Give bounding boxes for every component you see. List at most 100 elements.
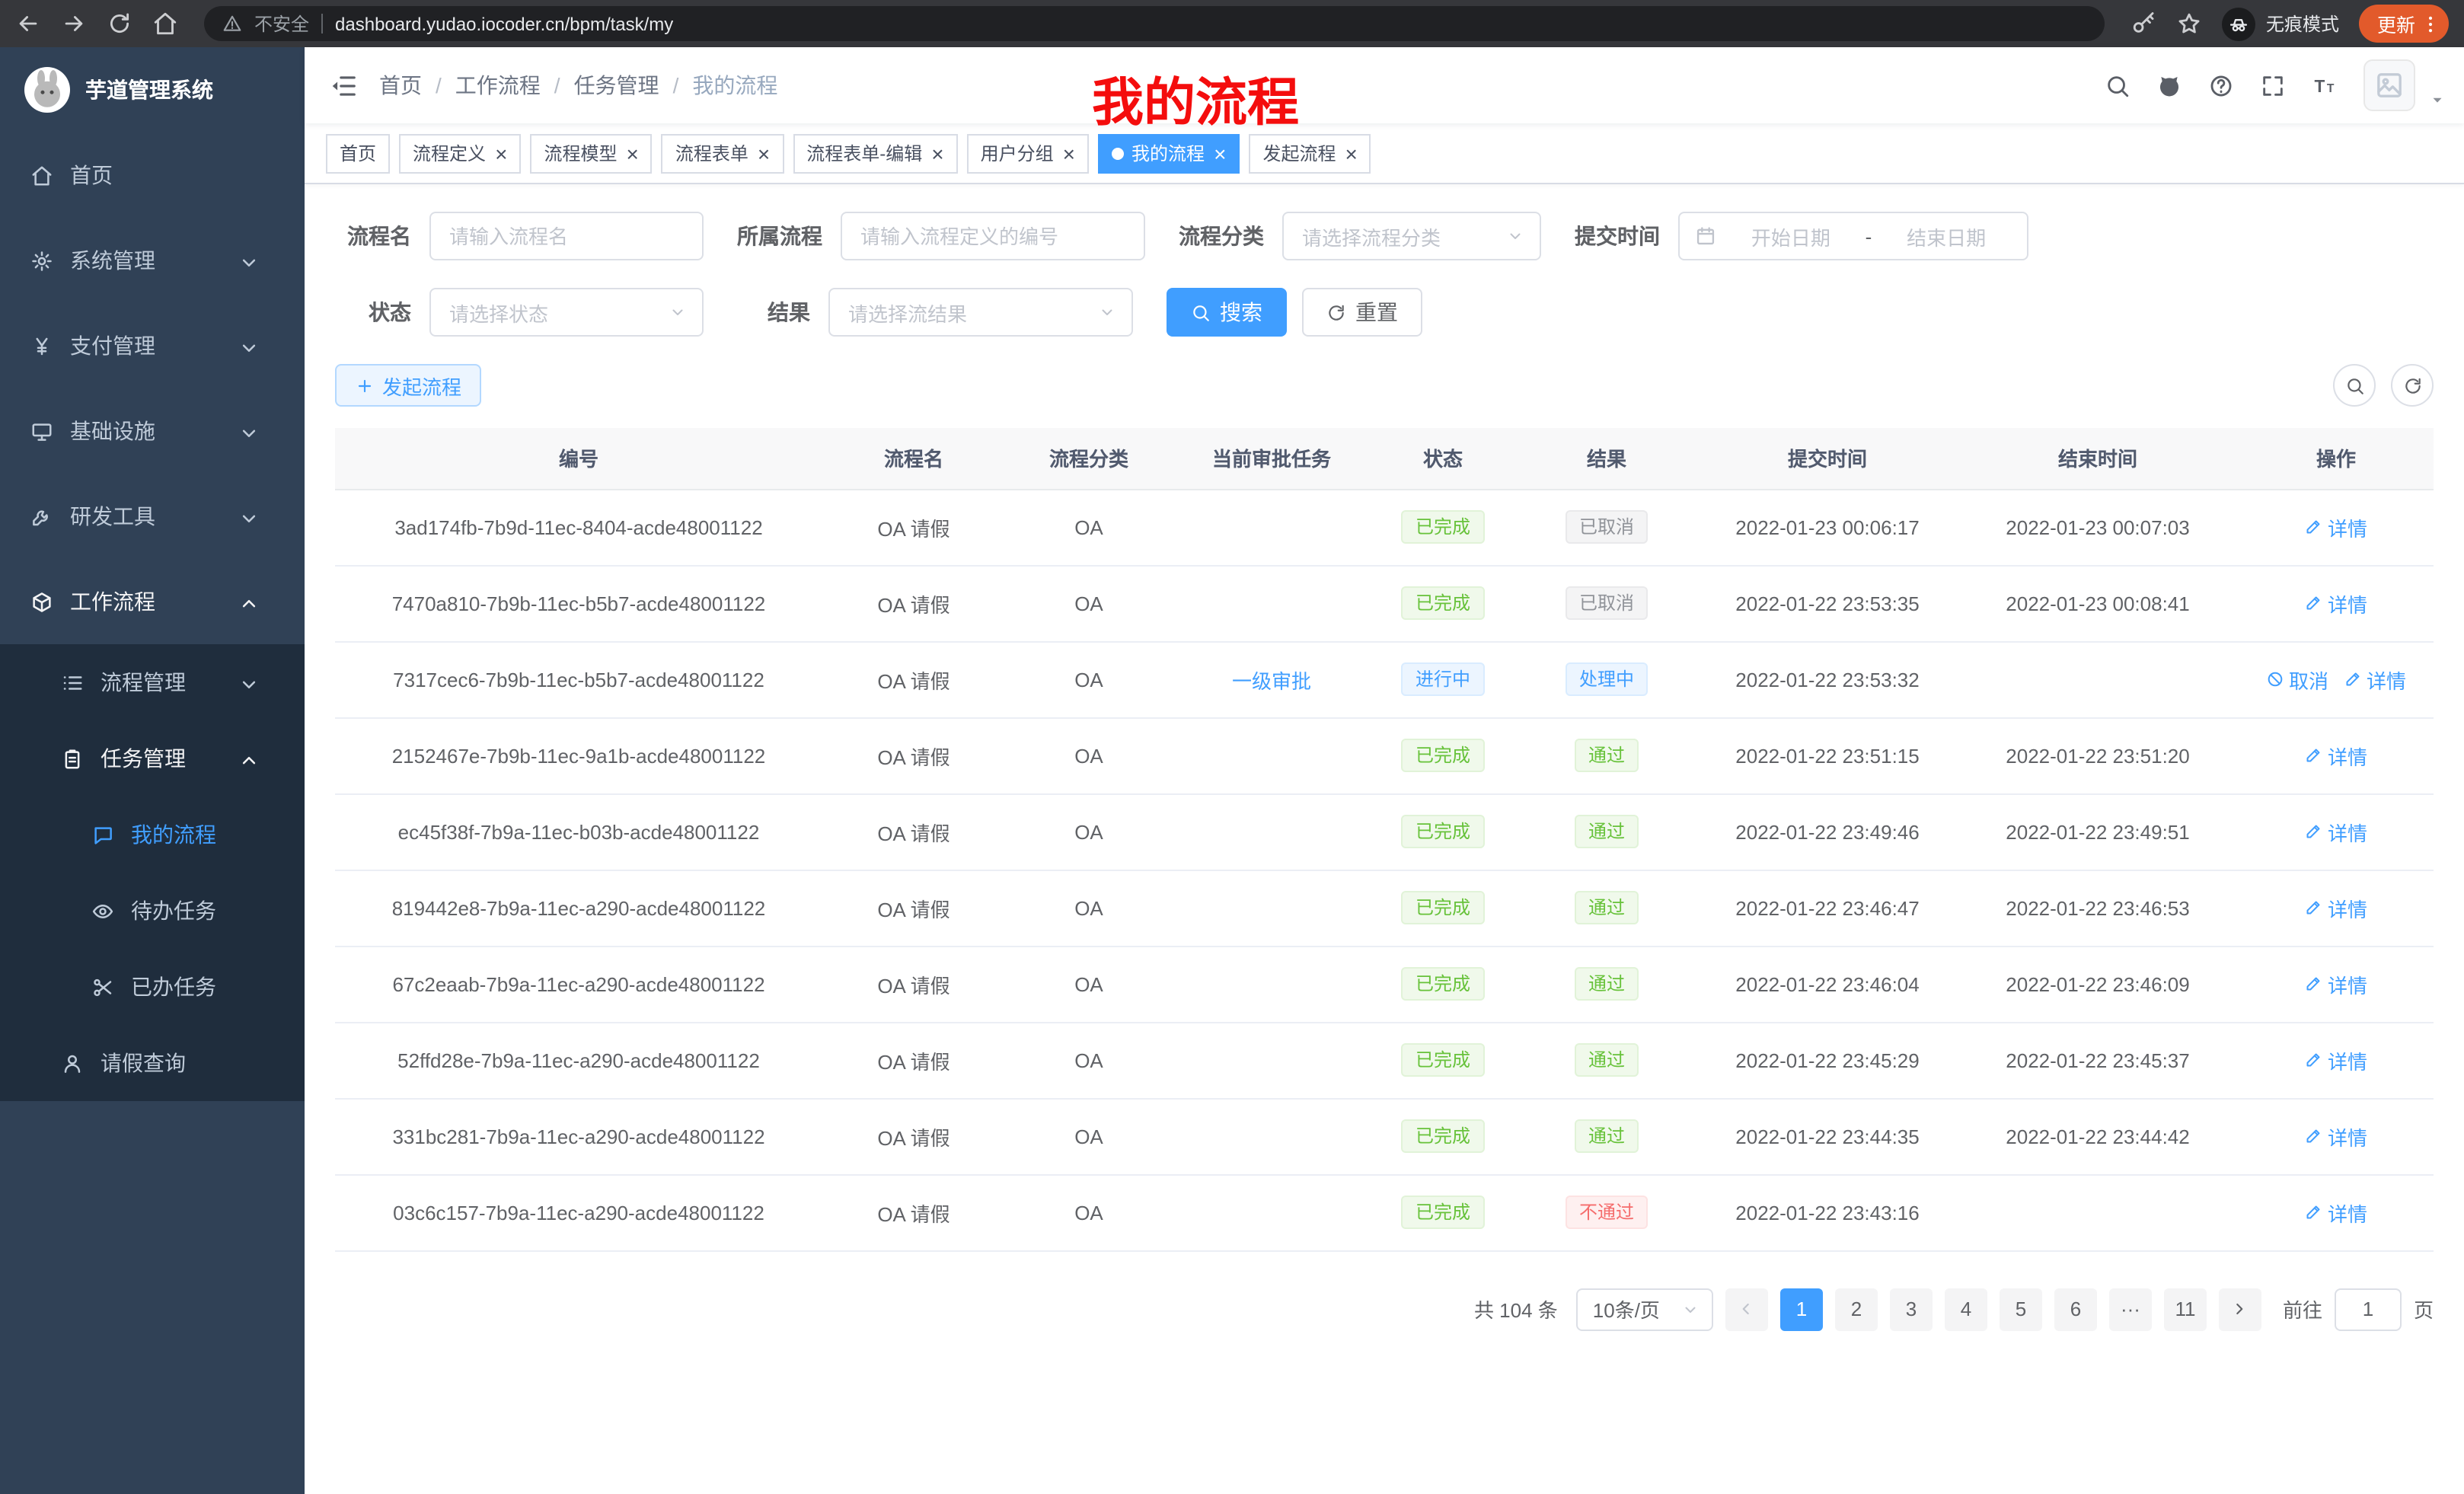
current-task-link[interactable]: 一级审批 <box>1232 669 1311 692</box>
header-search-icon[interactable] <box>2105 72 2130 98</box>
process-def-input[interactable] <box>841 212 1145 260</box>
close-tab-icon[interactable]: × <box>931 142 943 164</box>
row-action-detail[interactable]: 详情 <box>2305 1198 2367 1227</box>
tab-process-model[interactable]: 流程模型× <box>530 133 652 173</box>
breadcrumb-item[interactable]: 任务管理 <box>574 70 659 101</box>
help-icon[interactable] <box>2208 72 2234 98</box>
app-logo-image <box>24 67 70 113</box>
cell-submit-time: 2022-01-22 23:45:29 <box>1698 1022 1957 1098</box>
row-action-detail[interactable]: 详情 <box>2305 589 2367 618</box>
start-process-label: 发起流程 <box>382 371 461 400</box>
top-navbar: 首页/工作流程/任务管理/我的流程 TT <box>305 47 2464 123</box>
tab-process-form[interactable]: 流程表单× <box>662 133 784 173</box>
breadcrumb-item[interactable]: 工作流程 <box>455 70 541 101</box>
browser-forward-icon[interactable] <box>61 11 87 37</box>
sidebar-item-workflow[interactable]: 工作流程 <box>0 559 305 644</box>
breadcrumb-item[interactable]: 首页 <box>379 70 422 101</box>
close-tab-icon[interactable]: × <box>758 142 770 164</box>
submit-time-range[interactable]: 开始日期 - 结束日期 <box>1678 212 2028 260</box>
tab-process-form-edit[interactable]: 流程表单-编辑× <box>793 133 957 173</box>
toggle-search-button[interactable] <box>2333 364 2376 407</box>
page-more-button[interactable]: ··· <box>2109 1288 2152 1330</box>
row-action-detail[interactable]: 详情 <box>2305 969 2367 998</box>
close-tab-icon[interactable]: × <box>1063 142 1075 164</box>
goto-page-input[interactable] <box>2335 1288 2402 1330</box>
sidebar-item-infrastructure[interactable]: 基础设施 <box>0 388 305 474</box>
chevron-down-icon <box>1098 303 1116 321</box>
browser-home-icon[interactable] <box>152 11 178 37</box>
cell-submit-time: 2022-01-22 23:49:46 <box>1698 793 1957 870</box>
breadcrumb-separator: / <box>673 73 679 97</box>
row-action-detail[interactable]: 详情 <box>2305 512 2367 541</box>
fullscreen-icon[interactable] <box>2260 72 2286 98</box>
sidebar-item-process-mgmt[interactable]: 流程管理 <box>0 644 305 720</box>
cell-category: OA <box>1005 717 1173 793</box>
app-logo[interactable]: 芋道管理系统 <box>0 47 305 132</box>
row-action-detail[interactable]: 详情 <box>2344 665 2406 694</box>
sidebar-item-payment[interactable]: 支付管理 <box>0 303 305 388</box>
page-button-3[interactable]: 3 <box>1890 1288 1933 1330</box>
page-button-5[interactable]: 5 <box>2000 1288 2042 1330</box>
refresh-table-button[interactable] <box>2391 364 2434 407</box>
close-tab-icon[interactable]: × <box>495 142 507 164</box>
sidebar-item-my-process[interactable]: 我的流程 <box>0 796 305 873</box>
browser-menu-icon[interactable] <box>2420 13 2441 34</box>
tab-user-group[interactable]: 用户分组× <box>967 133 1089 173</box>
tab-process-definition[interactable]: 流程定义× <box>399 133 521 173</box>
cell-category: OA <box>1005 1098 1173 1174</box>
row-action-detail[interactable]: 详情 <box>2305 1122 2367 1151</box>
row-action-detail[interactable]: 详情 <box>2305 741 2367 770</box>
page-button-4[interactable]: 4 <box>1945 1288 1987 1330</box>
page-button-2[interactable]: 2 <box>1835 1288 1878 1330</box>
sidebar-item-done-task[interactable]: 已办任务 <box>0 949 305 1025</box>
row-action-detail[interactable]: 详情 <box>2305 817 2367 846</box>
tab-label: 发起流程 <box>1262 140 1336 166</box>
prev-page-button[interactable] <box>1725 1288 1768 1330</box>
row-action-detail[interactable]: 详情 <box>2305 1045 2367 1074</box>
bookmark-star-icon[interactable] <box>2176 11 2202 37</box>
user-avatar[interactable] <box>2363 59 2415 111</box>
next-page-button[interactable] <box>2219 1288 2261 1330</box>
tab-start-process[interactable]: 发起流程 × <box>1249 133 1371 173</box>
sidebar-toggle-icon[interactable] <box>329 71 358 100</box>
sidebar-item-home[interactable]: 首页 <box>0 132 305 218</box>
page-button-11[interactable]: 11 <box>2164 1288 2207 1330</box>
font-size-icon[interactable]: TT <box>2312 72 2338 98</box>
row-action-cancel[interactable]: 取消 <box>2266 665 2328 694</box>
chevron-up-icon <box>238 592 260 615</box>
security-label: 不安全 <box>254 11 309 37</box>
result-select[interactable]: 请选择流结果 <box>828 288 1133 337</box>
page-button-6[interactable]: 6 <box>2054 1288 2097 1330</box>
browser-back-icon[interactable] <box>15 11 41 37</box>
address-bar[interactable]: 不安全 dashboard.yudao.iocoder.cn/bpm/task/… <box>204 6 2105 41</box>
sidebar-item-task-mgmt[interactable]: 任务管理 <box>0 720 305 796</box>
github-icon[interactable] <box>2156 72 2182 98</box>
sidebar-item-dev-tools[interactable]: 研发工具 <box>0 474 305 559</box>
cell-process-name: OA 请假 <box>822 1098 1005 1174</box>
cell-actions: 详情 <box>2239 946 2434 1022</box>
tab-home[interactable]: 首页 <box>326 133 390 173</box>
user-menu-caret-icon[interactable] <box>2429 91 2446 107</box>
row-action-detail[interactable]: 详情 <box>2305 893 2367 922</box>
start-process-button[interactable]: 发起流程 <box>335 364 481 407</box>
close-tab-icon[interactable]: × <box>1214 142 1226 164</box>
update-button[interactable]: 更新 <box>2359 5 2449 43</box>
page-button-1[interactable]: 1 <box>1780 1288 1823 1330</box>
reset-button[interactable]: 重置 <box>1302 288 1422 337</box>
category-select[interactable]: 请选择流程分类 <box>1282 212 1541 260</box>
search-button[interactable]: 搜索 <box>1167 288 1287 337</box>
sidebar-item-todo-task[interactable]: 待办任务 <box>0 873 305 949</box>
cell-category: OA <box>1005 870 1173 946</box>
sidebar-item-leave-query[interactable]: 请假查询 <box>0 1025 305 1101</box>
page-size-select[interactable]: 10条/页 <box>1576 1288 1713 1330</box>
browser-reload-icon[interactable] <box>107 11 132 37</box>
sidebar-item-label: 工作流程 <box>70 586 155 617</box>
close-tab-icon[interactable]: × <box>626 142 638 164</box>
tab-my-process[interactable]: 我的流程× <box>1098 133 1240 173</box>
close-tab-icon[interactable]: × <box>1345 142 1357 164</box>
svg-text:T: T <box>2315 75 2325 95</box>
password-key-icon[interactable] <box>2130 11 2156 37</box>
process-name-input[interactable] <box>429 212 704 260</box>
status-select[interactable]: 请选择状态 <box>429 288 704 337</box>
sidebar-item-system[interactable]: 系统管理 <box>0 218 305 303</box>
